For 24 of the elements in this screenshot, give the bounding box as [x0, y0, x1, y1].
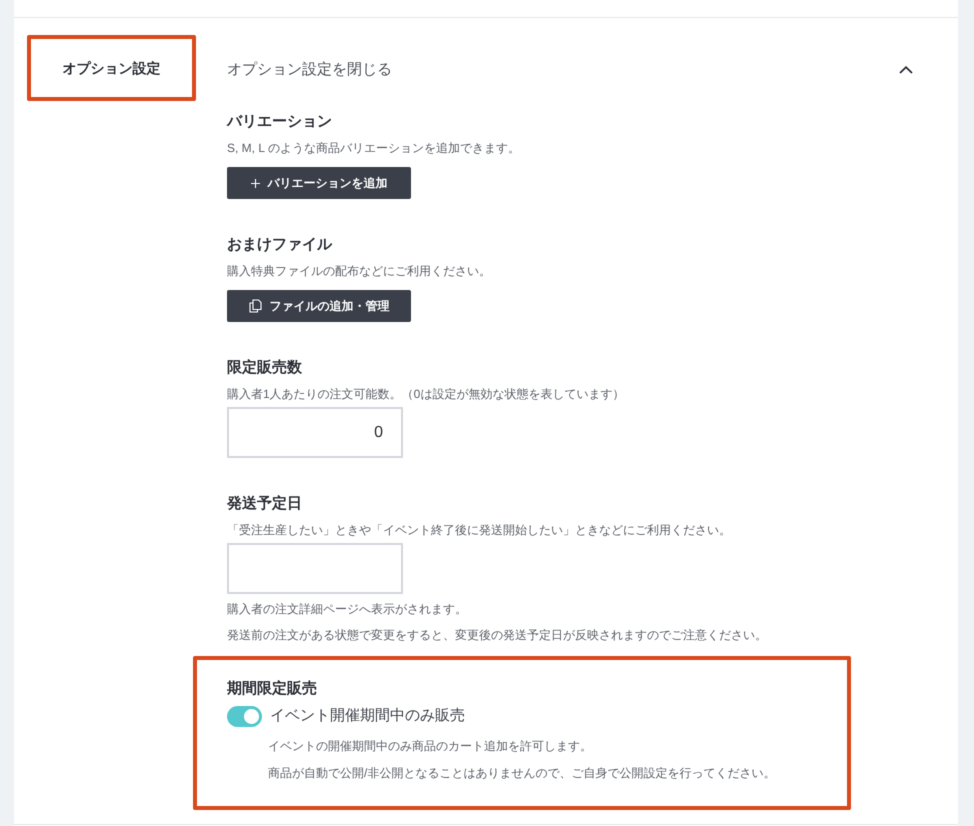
toggle-switch[interactable] [227, 706, 262, 726]
section-description: S, M, L のような商品バリエーションを追加できます。 [227, 140, 521, 157]
section-title: 限定販売数 [227, 358, 303, 378]
section-label: オプション設定 [62, 59, 160, 78]
note-text: イベントの開催期間中のみ商品のカート追加を許可します。 [268, 738, 593, 755]
add-button[interactable]: バリエーションを追加 [227, 167, 411, 199]
plus-icon [250, 178, 260, 188]
number-field[interactable]: 0 [227, 407, 403, 458]
section-title: おまけファイル [227, 235, 334, 255]
section-description: 購入者1人あたりの注文可能数。（0は設定が無効な状態を表しています） [227, 386, 626, 403]
section-description: 「受注生産したい」ときや「イベント終了後に発送開始したい」ときなどにご利用ください。 [227, 522, 732, 539]
section-description: 購入特典ファイルの配布などにご利用ください。 [227, 263, 492, 280]
collapse-link[interactable]: オプション設定を閉じる [227, 59, 392, 81]
toggle-label: イベント開催期間中のみ販売 [270, 706, 465, 726]
copy-icon [248, 299, 262, 313]
note-text: 商品が自動で公開/非公開となることはありませんので、ご自身で公開設定を行ってください。 [268, 765, 776, 782]
note-text: 購入者の注文詳細ページへ表示がされます。 [227, 601, 468, 618]
note-text: 発送前の注文がある状態で変更をすると、変更後の発送予定日が反映されますのでご注意ください。 [227, 627, 768, 644]
section-title: 期間限定販売 [227, 679, 318, 699]
files-button[interactable]: ファイルの追加・管理 [227, 290, 411, 322]
chevron-icon[interactable] [899, 66, 913, 74]
date-field[interactable] [227, 543, 403, 594]
section-title: バリエーション [227, 112, 333, 132]
section-title: 発送予定日 [227, 494, 303, 514]
